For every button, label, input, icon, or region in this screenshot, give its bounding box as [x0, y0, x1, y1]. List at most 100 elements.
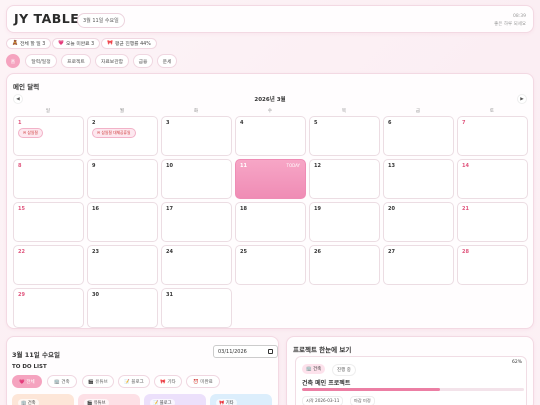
- day-number: 23: [92, 249, 99, 255]
- calendar-day[interactable]: 8: [13, 159, 84, 199]
- day-number: 4: [240, 120, 244, 126]
- weekday-label: 목: [341, 109, 347, 114]
- day-number: 5: [314, 120, 318, 126]
- todo-category-card[interactable]: 🎀 기타: [210, 394, 272, 405]
- day-number: 19: [314, 206, 321, 212]
- todo-category-card[interactable]: 🏢 건축: [12, 394, 74, 405]
- todo-category-label: 🏢 건축: [18, 399, 39, 405]
- current-date-badge: 3월 11일 수요일: [77, 13, 125, 28]
- day-number: 10: [166, 163, 173, 169]
- calendar-day[interactable]: 10: [161, 159, 232, 199]
- calendar-day[interactable]: 20: [383, 202, 454, 242]
- weekday-label: 월: [119, 109, 125, 114]
- tab-archive[interactable]: 자료보관함: [95, 54, 129, 68]
- calendar-day[interactable]: 23: [87, 245, 158, 285]
- calendar-day[interactable]: 17: [161, 202, 232, 242]
- project-progress-fill: [302, 388, 440, 391]
- tab-home[interactable]: 홈: [6, 54, 20, 68]
- date-picker-input[interactable]: 03/11/2026: [213, 345, 278, 358]
- calendar-day[interactable]: 2 ✉ 삼일절 대체공휴일: [87, 116, 158, 156]
- main-calendar: 메인 달력 2026년 3월 ◀ ▶ 일 월 화 수 목 금 토 1 ✉ 삼일절 2 ✉ 삼일절 …: [6, 73, 534, 329]
- tab-project[interactable]: 프로젝트: [61, 54, 91, 68]
- day-number: 15: [18, 206, 25, 212]
- filter-etc[interactable]: 🎀 기타: [154, 375, 182, 388]
- filter-blog[interactable]: 📝 블로그: [118, 375, 150, 388]
- calendar-day-today[interactable]: 11 TODAY: [235, 159, 306, 199]
- day-number: 9: [92, 163, 96, 169]
- calendar-day[interactable]: 22: [13, 245, 84, 285]
- calendar-day[interactable]: 4: [235, 116, 306, 156]
- prev-month-button[interactable]: ◀: [13, 94, 23, 104]
- calendar-title: 메인 달력: [13, 83, 40, 91]
- calendar-day[interactable]: 13: [383, 159, 454, 199]
- calendar-day[interactable]: 1 ✉ 삼일절: [13, 116, 84, 156]
- day-number: 16: [92, 206, 99, 212]
- calendar-day[interactable]: 31: [161, 288, 232, 328]
- stat-today-incomplete: 💗 오늘 미완료 3: [52, 38, 101, 49]
- todo-category-label: 🎬 유튜브: [84, 399, 109, 405]
- tab-calendar[interactable]: 달력/일정: [25, 54, 57, 68]
- weekday-label: 일: [45, 109, 51, 114]
- day-number: 31: [166, 292, 173, 298]
- chevron-right-icon: ▶: [520, 96, 524, 102]
- calendar-day[interactable]: 15: [13, 202, 84, 242]
- app-title: JY TABLE: [14, 11, 80, 26]
- today-label: TODAY: [286, 163, 300, 168]
- todo-category-card[interactable]: 🎬 유튜브: [78, 394, 140, 405]
- todo-category-label: 📝 블로그: [150, 399, 175, 405]
- project-end-date: 마감 미정: [350, 396, 375, 405]
- day-number: 27: [388, 249, 395, 255]
- calendar-day[interactable]: 27: [383, 245, 454, 285]
- bear-icon: 🧸: [12, 41, 18, 46]
- calendar-day[interactable]: 25: [235, 245, 306, 285]
- next-month-button[interactable]: ▶: [517, 94, 527, 104]
- day-number: 13: [388, 163, 395, 169]
- calendar-day[interactable]: 29: [13, 288, 84, 328]
- calendar-day[interactable]: 12: [309, 159, 380, 199]
- calendar-day[interactable]: 14: [457, 159, 528, 199]
- project-status-badge: 진행 중: [332, 364, 356, 376]
- tab-finance[interactable]: 금융: [133, 54, 153, 68]
- project-overview-panel: 프로젝트 한눈에 보기 🏢 건축 진행 중 62% 건축 메인 프로젝트 시작 …: [286, 336, 534, 405]
- filter-incomplete[interactable]: ⏰ 미완료: [186, 375, 220, 388]
- day-number: 24: [166, 249, 173, 255]
- day-number: 22: [18, 249, 25, 255]
- stat-label: 평균 진행률 44%: [114, 42, 151, 47]
- calendar-day[interactable]: 3: [161, 116, 232, 156]
- calendar-day[interactable]: 24: [161, 245, 232, 285]
- calendar-day[interactable]: 6: [383, 116, 454, 156]
- calendar-icon: [268, 349, 273, 354]
- calendar-day[interactable]: 30: [87, 288, 158, 328]
- calendar-day[interactable]: 5: [309, 116, 380, 156]
- day-number: 3: [166, 120, 170, 126]
- calendar-day[interactable]: 7: [457, 116, 528, 156]
- calendar-day[interactable]: 18: [235, 202, 306, 242]
- calendar-day[interactable]: 16: [87, 202, 158, 242]
- filter-all[interactable]: 💗 전체: [12, 375, 42, 388]
- clock-greeting: 좋은 하루 되세요: [494, 22, 526, 27]
- stat-label: 오늘 미완료 3: [65, 42, 95, 47]
- ribbon-icon: 🎀: [107, 41, 113, 46]
- filter-architecture[interactable]: 🏢 건축: [47, 375, 77, 388]
- calendar-day[interactable]: 9: [87, 159, 158, 199]
- calendar-day[interactable]: 19: [309, 202, 380, 242]
- weekday-label: 화: [193, 109, 199, 114]
- calendar-day[interactable]: 21: [457, 202, 528, 242]
- clock: 08:39 좋은 하루 되세요: [494, 13, 526, 29]
- calendar-event[interactable]: ✉ 삼일절 대체공휴일: [92, 128, 136, 138]
- filter-youtube[interactable]: 🎬 유튜브: [82, 375, 114, 388]
- weekday-label: 수: [267, 109, 273, 114]
- calendar-day[interactable]: 28: [457, 245, 528, 285]
- project-card[interactable]: 🏢 건축 진행 중 62% 건축 메인 프로젝트 시작 2026-03-11 마…: [295, 356, 527, 405]
- weekday-label: 금: [415, 109, 421, 114]
- tab-fortune[interactable]: 운세: [157, 54, 177, 68]
- calendar-day[interactable]: 26: [309, 245, 380, 285]
- todo-category-label: 🎀 기타: [216, 399, 237, 405]
- todo-category-card[interactable]: 📝 블로그: [144, 394, 206, 405]
- day-number: 17: [166, 206, 173, 212]
- project-progress-percent: 62%: [511, 360, 522, 365]
- chevron-left-icon: ◀: [16, 96, 20, 102]
- weekday-label: 토: [489, 109, 495, 114]
- calendar-event[interactable]: ✉ 삼일절: [18, 128, 43, 138]
- date-value: 03/11/2026: [218, 348, 247, 355]
